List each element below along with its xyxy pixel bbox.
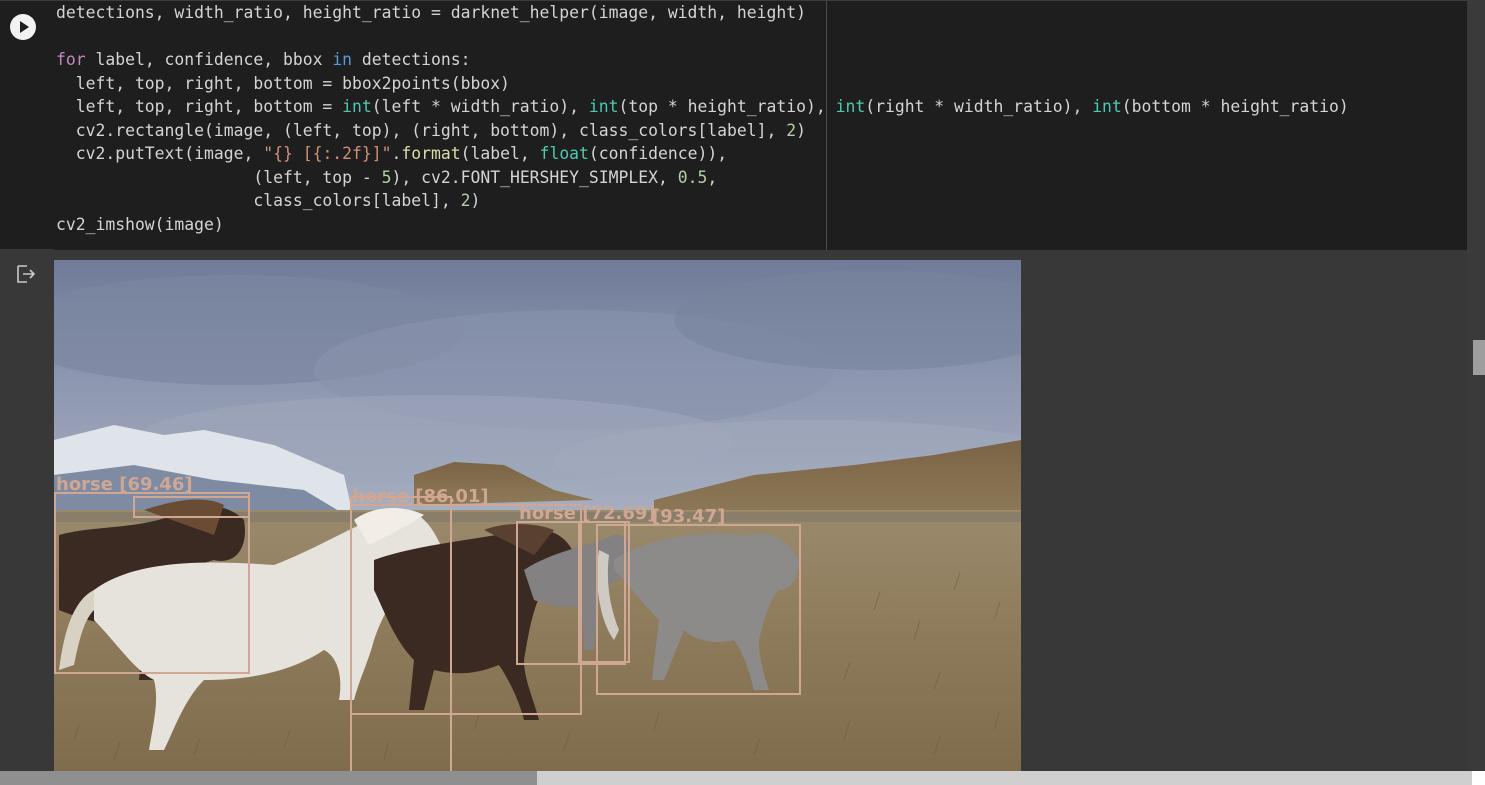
- code-token: int: [342, 97, 372, 116]
- code-token: format: [401, 144, 461, 163]
- code-token: int: [1092, 97, 1122, 116]
- code-token: (label,: [460, 144, 540, 163]
- detection-label: horse [69.46]: [56, 474, 193, 495]
- code-line: (left, top - 5), cv2.FONT_HERSHEY_SIMPLE…: [56, 166, 1349, 190]
- code-token: (bottom * height_ratio): [1121, 97, 1349, 116]
- detection-label: horse [86.01]: [352, 486, 489, 507]
- output-gutter: [0, 249, 54, 771]
- detection-label: horse [72.69]: [519, 503, 656, 524]
- code-token: ): [470, 191, 481, 210]
- code-token: for: [56, 50, 86, 69]
- code-token: int: [588, 97, 619, 116]
- code-token: (confidence)),: [588, 144, 728, 163]
- code-line: cv2_imshow(image): [56, 213, 1349, 237]
- code-token: (top * height_ratio),: [618, 97, 836, 116]
- code-token: cv2.rectangle(image, (left, top), (right…: [56, 120, 787, 140]
- detection-label: [93.47]: [652, 506, 725, 527]
- code-cell[interactable]: detections, width_ratio, height_ratio = …: [0, 0, 1467, 250]
- code-line: left, top, right, bottom = int(left * wi…: [56, 95, 1349, 119]
- code-token: cv2_imshow(image): [56, 214, 224, 234]
- code-token: .: [391, 144, 402, 163]
- code-token: label, confidence, bbox: [85, 50, 333, 69]
- horse-detection-image: horse [69.46] horse [86.01] horse [72.69][…: [54, 260, 1021, 771]
- code-line: left, top, right, bottom = bbox2points(b…: [56, 72, 1349, 96]
- scrollbar-corner: [1472, 771, 1485, 785]
- code-token: (left * width_ratio),: [371, 97, 589, 116]
- code-line: for label, confidence, bbox in detection…: [56, 48, 1349, 72]
- horizontal-scrollbar-thumb[interactable]: [0, 771, 537, 785]
- code-token: in: [332, 50, 353, 69]
- run-cell-button[interactable]: [10, 14, 36, 40]
- code-token: cv2.putText(image,: [56, 144, 264, 163]
- code-token: ): [796, 120, 806, 140]
- code-line: cv2.putText(image, "{} [{:.2f}]".format(…: [56, 142, 1349, 166]
- code-token: left, top, right, bottom = bbox2points(b…: [56, 73, 510, 93]
- code-line: cv2.rectangle(image, (left, top), (right…: [56, 119, 1349, 143]
- output-actions-icon[interactable]: [15, 263, 37, 285]
- code-token: 2: [786, 120, 797, 140]
- code-token: 5: [381, 167, 392, 187]
- code-token: 2: [460, 191, 471, 210]
- code-token: "{} [{:.2f}]": [263, 144, 392, 163]
- code-line: class_colors[label], 2): [56, 189, 1349, 213]
- code-token: (right * width_ratio),: [865, 97, 1093, 116]
- code-token: 0.5: [677, 167, 708, 187]
- code-editor[interactable]: detections, width_ratio, height_ratio = …: [56, 1, 1349, 236]
- cell-output-image: horse [69.46] horse [86.01] horse [72.69][…: [54, 260, 1021, 771]
- code-token: detections:: [352, 50, 471, 69]
- code-token: class_colors[label],: [56, 191, 461, 210]
- code-token: ), cv2.FONT_HERSHEY_SIMPLEX,: [391, 167, 678, 187]
- code-token: left, top, right, bottom =: [56, 97, 343, 116]
- code-line: detections, width_ratio, height_ratio = …: [56, 1, 1349, 25]
- code-token: detections, width_ratio, height_ratio = …: [56, 3, 806, 22]
- code-token: float: [539, 144, 589, 163]
- code-token: (left, top -: [56, 167, 382, 187]
- play-icon: [20, 21, 29, 33]
- vertical-scrollbar-thumb[interactable]: [1473, 340, 1485, 375]
- code-token: int: [835, 97, 866, 116]
- vertical-scrollbar[interactable]: [1468, 0, 1485, 771]
- code-token: ,: [707, 167, 718, 187]
